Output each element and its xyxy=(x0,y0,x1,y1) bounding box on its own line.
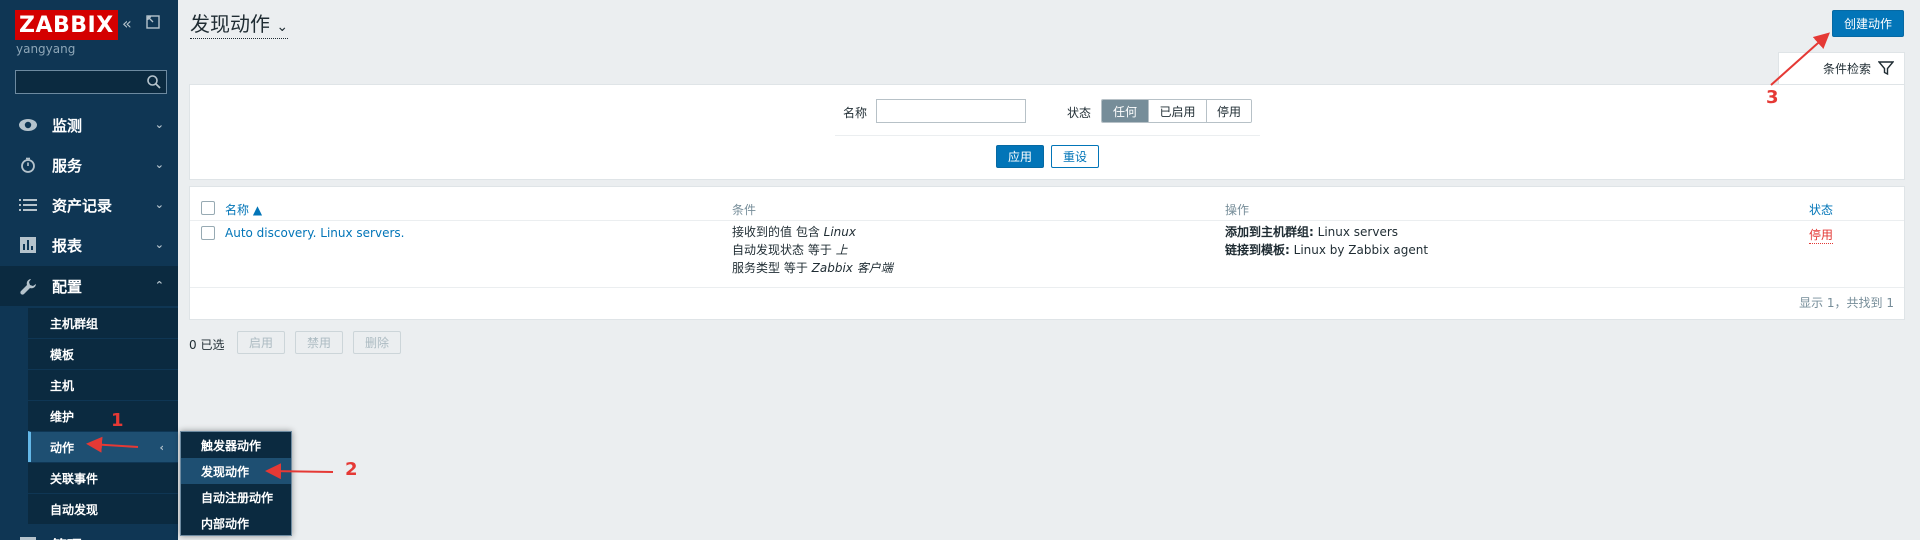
status-segmented-control: 任何 已启用 停用 xyxy=(1101,99,1252,123)
actions-table: 名称 ▲ 条件 操作 状态 Auto discovery. Linux serv… xyxy=(189,186,1905,320)
column-header-status[interactable]: 状态 xyxy=(1809,201,1833,218)
selected-count: 0 已选 xyxy=(189,338,225,352)
operation-line: 添加到主机群组: Linux servers xyxy=(1225,225,1399,239)
operations-cell: 添加到主机群组: Linux servers 链接到模板: Linux by Z… xyxy=(1225,223,1428,259)
reset-button[interactable]: 重设 xyxy=(1051,145,1100,168)
chevron-down-icon: ⌄ xyxy=(276,19,289,35)
condition-line: 服务类型 等于 Zabbix 客户端 xyxy=(732,261,893,275)
username: yangyang xyxy=(16,42,76,56)
select-all-checkbox[interactable] xyxy=(201,201,215,215)
submenu-maintenance[interactable]: 维护 xyxy=(28,400,178,431)
submenu-actions-label: 动作 xyxy=(50,440,75,455)
submenu-host-groups[interactable]: 主机群组 xyxy=(28,307,178,338)
apply-button[interactable]: 应用 xyxy=(996,145,1045,168)
eye-icon xyxy=(17,118,39,132)
condition-line: 自动发现状态 等于 上 xyxy=(732,243,848,257)
search-icon[interactable] xyxy=(146,74,162,90)
page-title: 发现动作 xyxy=(190,12,270,36)
submenu-templates[interactable]: 模板 xyxy=(28,338,178,369)
column-header-name[interactable]: 名称 ▲ xyxy=(225,201,262,218)
filter-divider xyxy=(835,135,1260,136)
page-title-dropdown[interactable]: 发现动作 ⌄ xyxy=(190,8,289,39)
nav-label: 服务 xyxy=(52,156,83,175)
nav-label: 监测 xyxy=(52,116,83,135)
sidebar: ZABBIX « yangyang 监测 ⌄ 服务 ⌄ 资产记录 ⌄ 报表 ⌄ … xyxy=(0,0,178,540)
configuration-submenu: 主机群组 模板 主机 维护 动作 ‹ 关联事件 自动发现 xyxy=(28,307,178,524)
collapse-sidebar-icon[interactable]: « xyxy=(122,14,132,33)
status-option-disabled[interactable]: 停用 xyxy=(1206,100,1251,122)
clock-icon xyxy=(17,157,39,173)
nav-monitoring[interactable]: 监测 ⌄ xyxy=(0,105,178,145)
submenu-hosts[interactable]: 主机 xyxy=(28,369,178,400)
flyout-discovery-actions[interactable]: 发现动作 xyxy=(181,458,291,484)
nav-configuration[interactable]: 配置 ⌃ xyxy=(0,266,178,306)
condition-line: 接收到的值 包含 Linux xyxy=(732,225,856,239)
submenu-actions[interactable]: 动作 ‹ xyxy=(28,431,178,462)
chevron-down-icon: ⌄ xyxy=(154,118,164,131)
sidebar-search-input[interactable] xyxy=(15,70,167,94)
delete-button[interactable]: 删除 xyxy=(353,331,402,354)
row-divider xyxy=(190,287,1904,288)
bar-chart-icon xyxy=(17,237,39,253)
name-filter-label: 名称 xyxy=(843,106,868,120)
filter-panel: 名称 状态 任何 已启用 停用 应用 重设 xyxy=(189,84,1905,180)
name-filter-input[interactable] xyxy=(876,99,1026,123)
status-filter-label: 状态 xyxy=(1067,106,1092,120)
wrench-icon xyxy=(17,278,39,295)
row-checkbox[interactable] xyxy=(201,226,215,240)
column-header-conditions: 条件 xyxy=(732,203,757,217)
filter-icon xyxy=(1878,61,1894,76)
kiosk-mode-icon[interactable] xyxy=(146,14,160,33)
nav-label: 报表 xyxy=(52,236,83,255)
nav-administration[interactable]: 管理 xyxy=(0,525,178,540)
nav-reports[interactable]: 报表 ⌄ xyxy=(0,225,178,265)
nav-label: 配置 xyxy=(52,277,83,296)
annotation-number-3: 3 xyxy=(1766,87,1779,108)
nav-inventory[interactable]: 资产记录 ⌄ xyxy=(0,185,178,225)
chevron-up-icon: ⌃ xyxy=(154,279,164,292)
nav-services[interactable]: 服务 ⌄ xyxy=(0,145,178,185)
submenu-discovery[interactable]: 自动发现 xyxy=(28,493,178,524)
chevron-down-icon: ⌄ xyxy=(154,198,164,211)
annotation-number-1: 1 xyxy=(111,410,124,431)
filter-tab-label: 条件检索 xyxy=(1823,62,1872,76)
create-action-button[interactable]: 创建动作 xyxy=(1831,10,1904,37)
enable-button[interactable]: 启用 xyxy=(237,331,286,354)
action-name-link[interactable]: Auto discovery. Linux servers. xyxy=(225,226,404,240)
chevron-down-icon: ⌄ xyxy=(154,158,164,171)
list-icon xyxy=(17,198,39,212)
column-header-operations: 操作 xyxy=(1225,203,1250,217)
page-header: 发现动作 ⌄ 创建动作 xyxy=(178,0,1920,44)
annotation-number-2: 2 xyxy=(345,459,358,480)
flyout-internal-actions[interactable]: 内部动作 xyxy=(181,510,291,536)
header-divider xyxy=(190,220,1904,221)
operation-line: 链接到模板: Linux by Zabbix agent xyxy=(1225,243,1429,257)
chevron-left-icon: ‹ xyxy=(159,440,164,454)
conditions-cell: 接收到的值 包含 Linux 自动发现状态 等于 上 服务类型 等于 Zabbi… xyxy=(732,223,893,277)
status-option-enabled[interactable]: 已启用 xyxy=(1148,100,1206,122)
actions-flyout-menu: 触发器动作 发现动作 自动注册动作 内部动作 xyxy=(180,431,292,536)
flyout-autoregistration-actions[interactable]: 自动注册动作 xyxy=(181,484,291,510)
status-option-any[interactable]: 任何 xyxy=(1102,100,1148,122)
filter-tab[interactable]: 条件检索 xyxy=(1778,52,1905,84)
zabbix-logo[interactable]: ZABBIX xyxy=(15,10,118,40)
disable-button[interactable]: 禁用 xyxy=(295,331,344,354)
chevron-down-icon: ⌄ xyxy=(154,238,164,251)
flyout-trigger-actions[interactable]: 触发器动作 xyxy=(181,432,291,458)
result-count: 显示 1，共找到 1 xyxy=(1799,296,1894,310)
status-toggle-link[interactable]: 停用 xyxy=(1809,226,1834,244)
nav-label: 资产记录 xyxy=(52,196,113,215)
submenu-event-correlation[interactable]: 关联事件 xyxy=(28,462,178,493)
nav-label: 管理 xyxy=(52,535,82,540)
